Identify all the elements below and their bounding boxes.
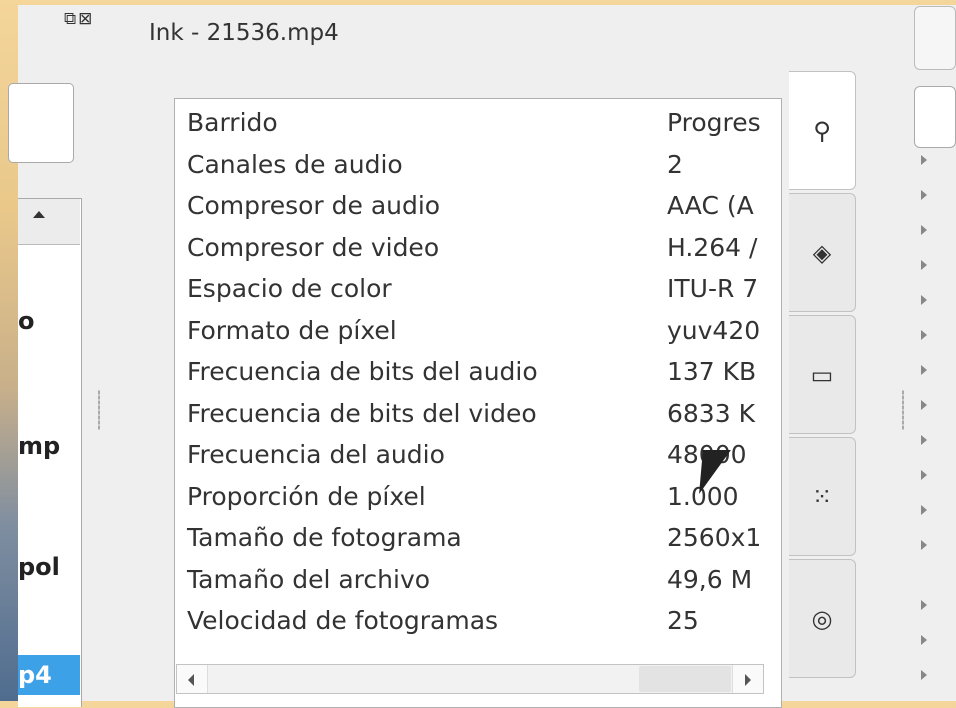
property-name: Frecuencia del audio [187, 440, 445, 469]
property-value: AAC (A [667, 191, 754, 220]
tab-swirl[interactable]: ◎ [789, 559, 856, 678]
table-row[interactable]: Tamaño del archivo 49,6 M [175, 558, 781, 599]
expand-arrow-icon[interactable] [921, 260, 927, 270]
expand-arrow-icon[interactable] [921, 635, 927, 645]
table-row[interactable]: Formato de píxel yuv420 [175, 309, 781, 350]
tab-grid[interactable]: ⁙ [789, 437, 856, 556]
table-row[interactable]: Frecuencia del audio 48000 [175, 433, 781, 474]
property-name: Compresor de video [187, 232, 440, 262]
arrow-left-icon [188, 674, 194, 686]
tag-icon: ◈ [812, 238, 832, 267]
table-row[interactable]: Compresor de audio AAC (A [175, 184, 781, 225]
expand-arrow-icon[interactable] [921, 435, 927, 445]
left-splitter-handle[interactable] [98, 390, 100, 430]
property-name: Barrido [187, 108, 278, 137]
table-row[interactable]: Velocidad de fotogramas 25 [175, 599, 781, 640]
table-row[interactable]: Compresor de video H.264 / [175, 226, 781, 267]
tab-tag[interactable]: ◈ [789, 193, 856, 312]
scrollbar-thumb[interactable] [639, 666, 731, 692]
list-item[interactable]: pol [18, 553, 80, 581]
mouse-cursor-icon [699, 450, 731, 494]
right-splitter-handle[interactable] [902, 390, 904, 430]
expand-arrow-icon[interactable] [921, 190, 927, 200]
list-item-selected[interactable]: p4 [18, 655, 80, 695]
properties-rows: Barrido Progres Canales de audio 2 Compresor… [175, 99, 781, 644]
property-name: Canales de audio [187, 149, 403, 179]
scroll-right-button[interactable] [732, 665, 763, 693]
window-title: Ink - 21536.mp4 [149, 20, 339, 46]
properties-table[interactable]: Barrido Progres Canales de audio 2 Compresor… [174, 98, 782, 708]
table-row[interactable]: Proporción de píxel 1.000 [175, 475, 781, 516]
table-row[interactable]: Frecuencia de bits del video 6833 K [175, 392, 781, 433]
file-list[interactable]: o mp pol p4 [18, 198, 82, 707]
expand-arrow-icon[interactable] [921, 365, 927, 375]
tab-rectangle[interactable]: ▭ [789, 315, 856, 434]
grid-dots-icon: ⁙ [811, 482, 833, 511]
expand-arrow-icon[interactable] [921, 540, 927, 550]
property-value: 6833 K [667, 398, 755, 428]
tab-search[interactable]: ⚲ [789, 71, 856, 190]
table-row[interactable]: Barrido Progres [175, 101, 781, 142]
expand-arrow-icon[interactable] [921, 470, 927, 480]
property-name: Frecuencia de bits del video [187, 398, 537, 428]
property-value: 49,6 M [667, 564, 753, 594]
property-name: Proporción de píxel [187, 481, 426, 511]
expand-arrow-icon[interactable] [921, 400, 927, 410]
arrow-right-icon [745, 674, 751, 686]
application-window: ⧉ ⊠ Ink - 21536.mp4 o mp pol p4 Barrido Pr… [8, 5, 956, 708]
expand-arrow-icon[interactable] [921, 155, 927, 165]
sort-ascending-icon[interactable] [33, 211, 45, 218]
scroll-left-button[interactable] [177, 665, 208, 693]
table-row[interactable]: Tamaño de fotograma 2560x1 [175, 516, 781, 557]
restore-icon[interactable]: ⧉ [64, 9, 76, 29]
list-item[interactable]: mp [18, 432, 80, 460]
expand-arrow-icon[interactable] [921, 225, 927, 235]
expand-arrow-icon[interactable] [921, 600, 927, 610]
expand-arrow-icon[interactable] [921, 295, 927, 305]
rectangle-icon: ▭ [810, 360, 834, 389]
right-panel-button[interactable] [914, 6, 956, 70]
property-name: Formato de píxel [187, 315, 397, 345]
property-value: 2560x1 [667, 523, 762, 552]
table-row[interactable]: Frecuencia de bits del audio 137 KB [175, 350, 781, 391]
table-row[interactable]: Canales de audio 2 [175, 143, 781, 184]
close-icon[interactable]: ⊠ [78, 9, 92, 29]
property-name: Tamaño del archivo [187, 564, 431, 594]
sort-header[interactable] [18, 199, 80, 245]
search-icon: ⚲ [813, 116, 831, 145]
expand-arrow-icon[interactable] [921, 670, 927, 680]
property-name: Espacio de color [187, 274, 392, 303]
property-value: 137 KB [667, 357, 757, 386]
property-name: Frecuencia de bits del audio [187, 357, 538, 386]
swirl-icon: ◎ [811, 604, 833, 633]
table-row[interactable]: Espacio de color ITU-R 7 [175, 267, 781, 308]
property-value: yuv420 [667, 315, 761, 345]
property-value: 25 [667, 606, 699, 635]
property-value: ITU-R 7 [667, 274, 759, 303]
expand-arrow-icon[interactable] [921, 330, 927, 340]
expand-arrow-icon[interactable] [921, 505, 927, 515]
property-name: Tamaño de fotograma [187, 523, 462, 552]
right-panel-input[interactable] [914, 86, 956, 148]
property-value: H.264 / [667, 232, 758, 262]
property-name: Velocidad de fotogramas [187, 606, 499, 635]
list-item[interactable]: o [18, 307, 80, 335]
property-value: 2 [667, 149, 683, 179]
left-search-input[interactable] [8, 83, 74, 163]
property-value: Progres [667, 108, 761, 137]
horizontal-scrollbar[interactable] [176, 664, 764, 694]
property-name: Compresor de audio [187, 191, 441, 220]
window-controls: ⧉ ⊠ [64, 9, 94, 29]
